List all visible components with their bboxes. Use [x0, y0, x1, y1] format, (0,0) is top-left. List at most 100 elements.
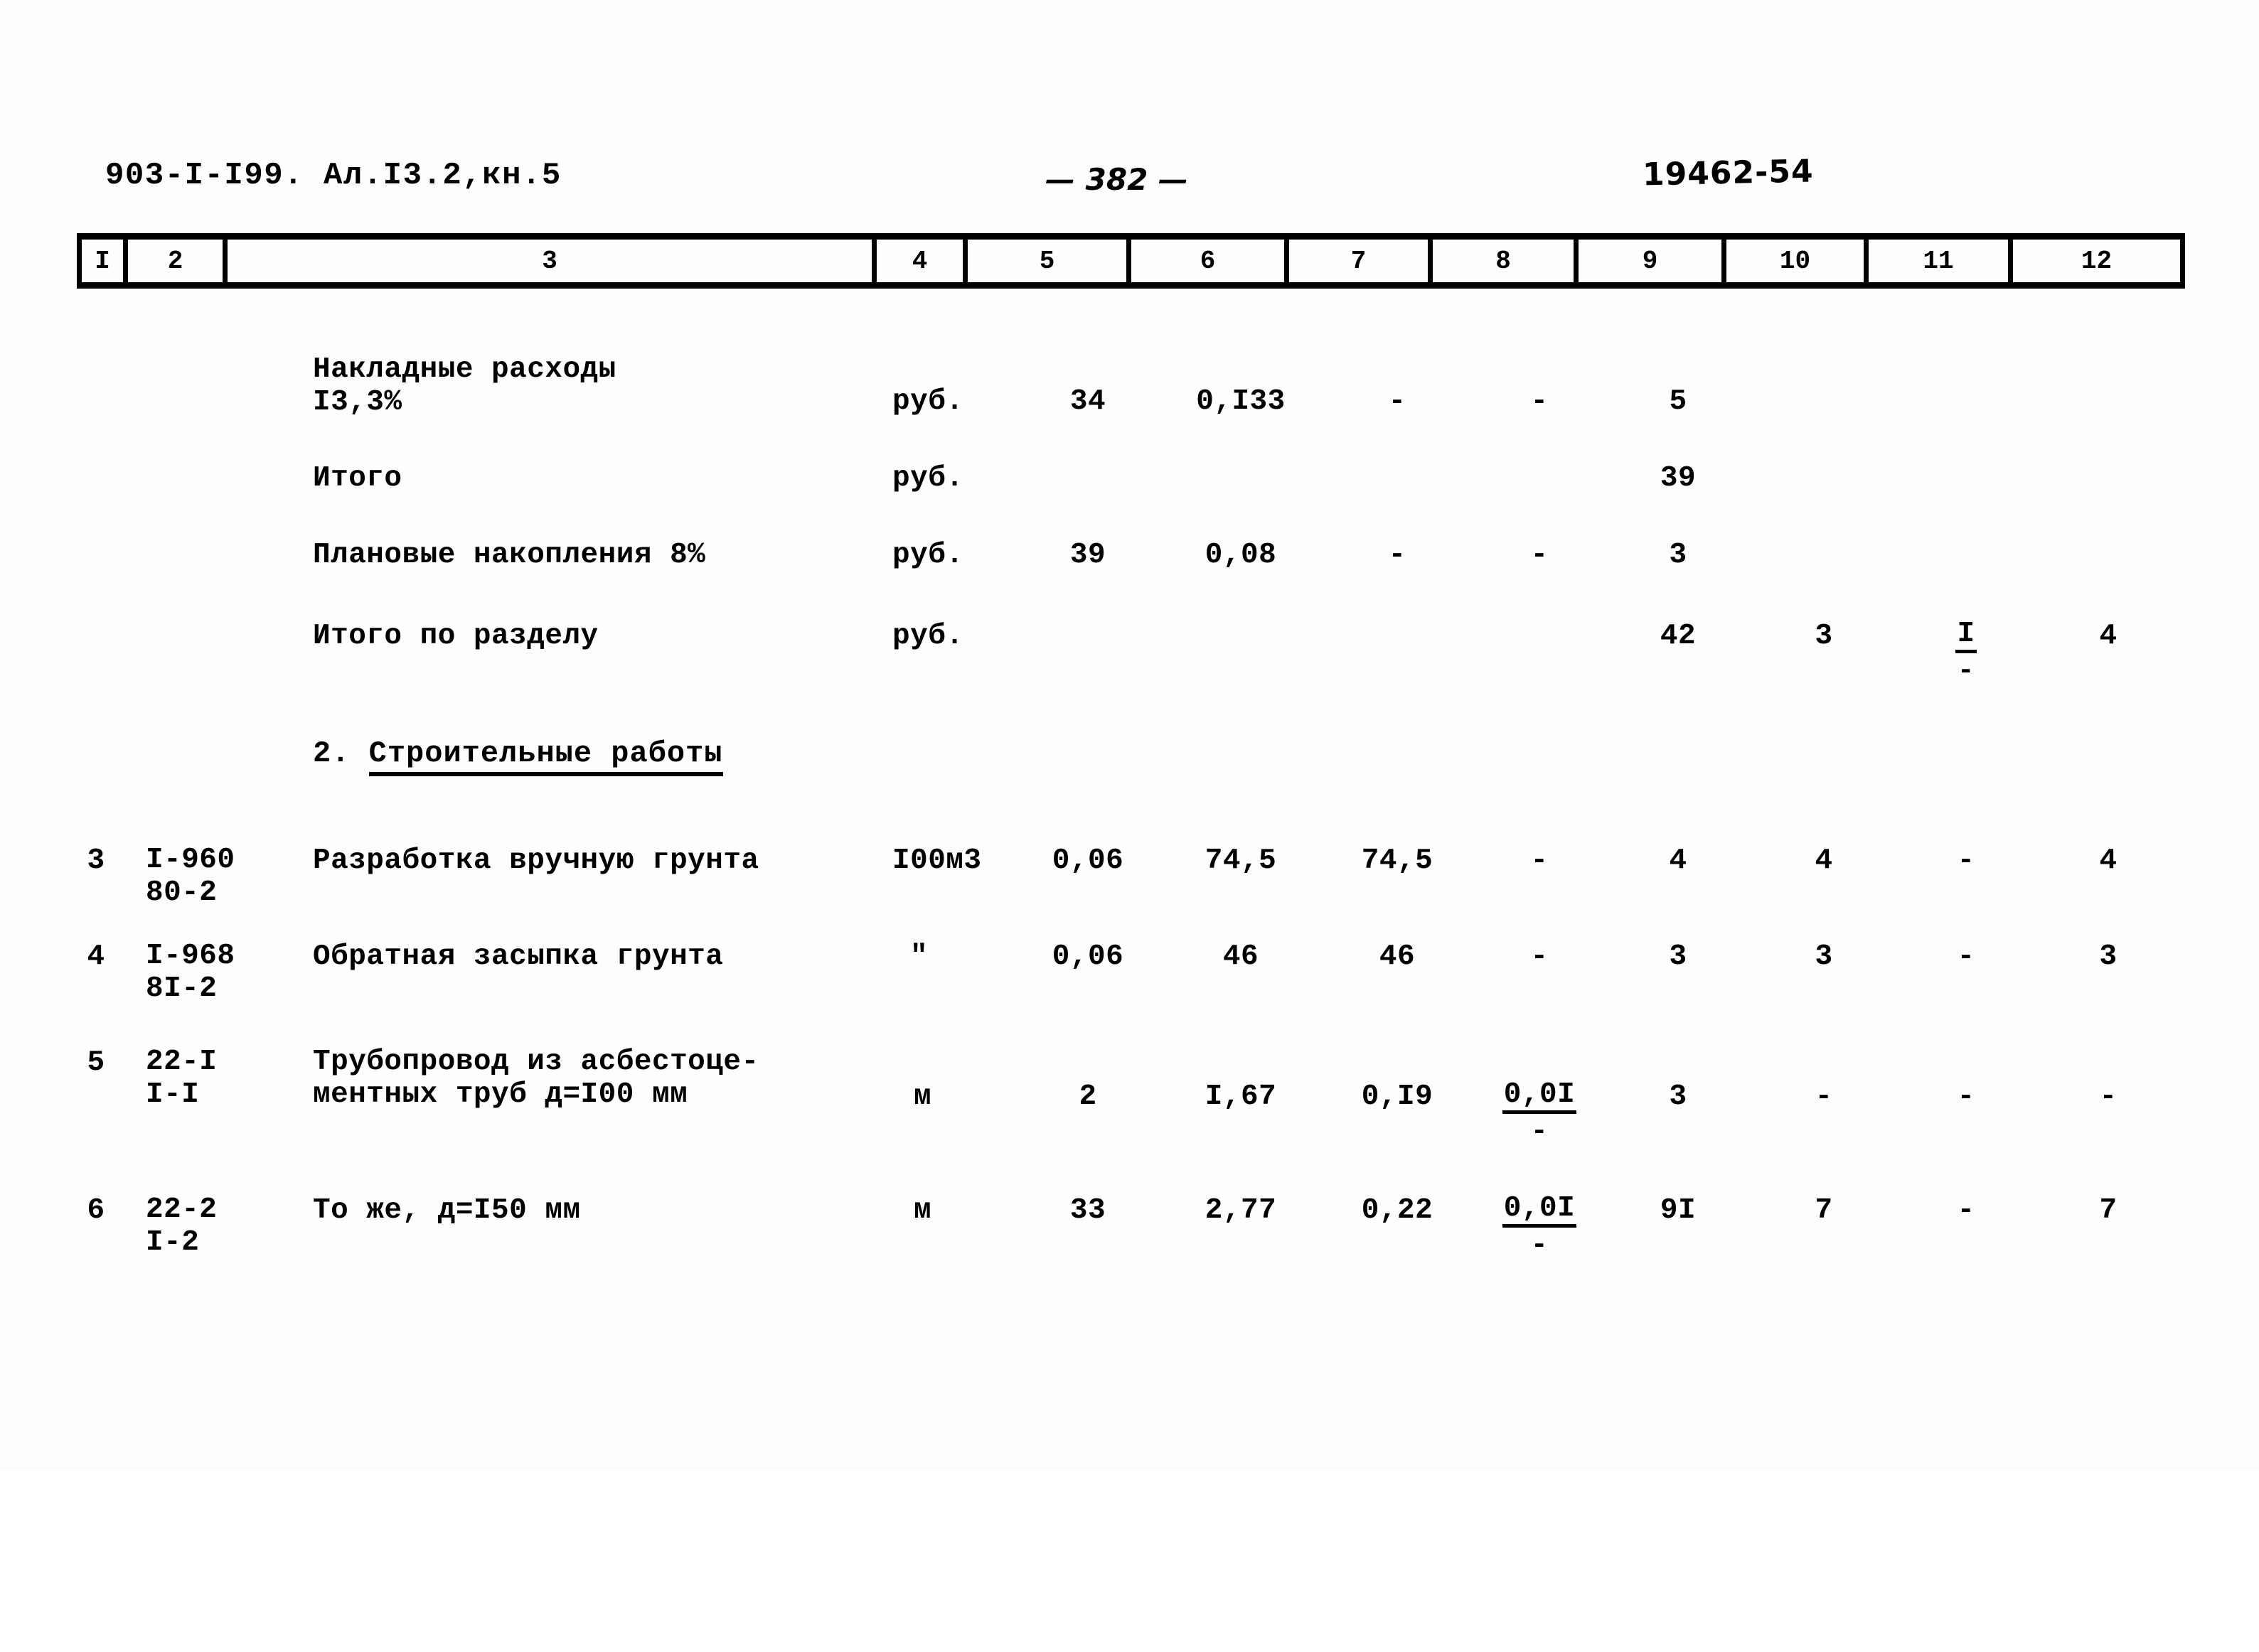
row-number: 3 [87, 844, 105, 877]
row-c11: - [1957, 844, 1975, 877]
row-c10: 7 [1815, 1194, 1833, 1227]
row-c5: 34 [1069, 385, 1106, 418]
row-c10: 3 [1815, 940, 1833, 973]
row-c7: - [1388, 539, 1406, 572]
row-description: То же, д=I50 мм [313, 1194, 581, 1227]
row-unit: м [914, 1080, 932, 1113]
row-c11: - [1957, 1194, 1975, 1227]
row-c12: 4 [2099, 620, 2118, 653]
col-header-6: 6 [1131, 240, 1289, 282]
row-c8: - [1530, 844, 1549, 877]
section-title-text: Строительные работы [368, 736, 723, 776]
fraction-value: I- [1955, 620, 1977, 687]
document-code: 903-I-I99. Ал.I3.2,кн.5 [105, 158, 562, 193]
row-c8: - [1530, 539, 1549, 572]
row-c12: 7 [2099, 1194, 2118, 1227]
row-unit: руб. [892, 385, 964, 418]
row-description: Трубопровод из асбестоце-ментных труб д=… [313, 1046, 939, 1112]
row-code: 22-I I-I [146, 1046, 309, 1112]
col-header-2: 2 [128, 240, 228, 282]
row-code: I-960 80-2 [146, 844, 309, 910]
row-description-line2: ментных труб д=I00 мм [313, 1078, 688, 1111]
row-c8: 0,0I - [1475, 1194, 1603, 1262]
row-c11: - [1957, 1080, 1975, 1113]
row-description: Итого по разделу [313, 620, 599, 653]
row-c8: - [1530, 940, 1549, 973]
document-page: 903-I-I99. Ал.I3.2,кн.5 — 382 — 19462-54… [0, 0, 2259, 1470]
row-unit: м [914, 1194, 932, 1227]
row-c9: 42 [1660, 620, 1697, 653]
section-heading: 2. Строительные работы [313, 736, 723, 776]
row-code-line2: I-2 [146, 1225, 200, 1259]
row-c9: 5 [1669, 385, 1687, 418]
row-unit: руб. [892, 620, 964, 653]
row-c9: 39 [1660, 462, 1697, 495]
row-code-line2: I-I [146, 1078, 200, 1111]
row-c7: 46 [1379, 940, 1416, 973]
row-code-line1: 22-I [146, 1046, 218, 1078]
row-c8: - [1530, 385, 1549, 418]
row-c9: 4 [1669, 844, 1687, 877]
row-c6: 74,5 [1205, 844, 1277, 877]
col-header-10: 10 [1726, 240, 1869, 282]
row-c6: 46 [1222, 940, 1259, 973]
section-number: 2. [313, 736, 369, 771]
col-header-5: 5 [968, 240, 1131, 282]
row-c10: 3 [1815, 620, 1833, 653]
page-number: — 382 — [1045, 162, 1188, 197]
col-header-1: I [77, 240, 128, 282]
row-c7: 74,5 [1361, 844, 1433, 877]
row-c12: 3 [2099, 940, 2118, 973]
col-header-12: 12 [2013, 240, 2185, 282]
row-c5: 39 [1069, 539, 1106, 572]
table-row: 6 22-2 I-2 То же, д=I50 мм м 33 2,77 0,22… [0, 1194, 2259, 1652]
row-c6: 0,I33 [1196, 385, 1286, 418]
fraction-denominator: - [1530, 1116, 1549, 1148]
row-c12: 4 [2099, 844, 2118, 877]
fraction-numerator: 0,0I [1502, 1080, 1577, 1114]
row-code-line1: 22-2 [146, 1194, 218, 1226]
column-number-ruler: I 2 3 4 5 6 7 8 9 10 11 12 [77, 233, 2185, 289]
row-c7: 0,22 [1361, 1194, 1433, 1227]
row-c10: 4 [1815, 844, 1833, 877]
row-description: Обратная засыпка грунта [313, 940, 724, 973]
row-c5: 0,06 [1052, 844, 1124, 877]
row-c9: 3 [1669, 1080, 1687, 1113]
row-c7: 0,I9 [1361, 1080, 1433, 1113]
row-description-line1: Накладные расходы [313, 353, 616, 386]
row-c5: 0,06 [1052, 940, 1124, 973]
col-header-8: 8 [1433, 240, 1579, 282]
fraction-value: 0,0I - [1502, 1194, 1577, 1262]
row-code-line1: I-968 [146, 940, 235, 972]
fraction-numerator: 0,0I [1502, 1194, 1577, 1228]
row-code-line2: 80-2 [146, 876, 218, 909]
fraction-value: 0,0I - [1502, 1080, 1577, 1148]
row-c5: 2 [1079, 1080, 1097, 1113]
row-unit: I00м3 [892, 844, 982, 877]
row-description-line1: Трубопровод из асбестоце- [313, 1046, 759, 1078]
row-c6: I,67 [1205, 1080, 1277, 1113]
fraction-denominator: - [1530, 1230, 1549, 1262]
row-description-line2: I3,3% [313, 385, 402, 419]
row-number: 4 [87, 940, 105, 973]
row-c6: 2,77 [1205, 1194, 1277, 1227]
row-c8: 0,0I - [1475, 1080, 1603, 1148]
col-header-4: 4 [877, 240, 968, 282]
row-c9: 9I [1660, 1194, 1697, 1227]
row-c11: - [1957, 940, 1975, 973]
row-c11: I- [1913, 620, 2019, 687]
col-header-11: 11 [1869, 240, 2013, 282]
row-c10: - [1815, 1080, 1833, 1113]
row-description: Накладные расходы I3,3% [313, 353, 875, 419]
fraction-numerator: I [1955, 620, 1977, 653]
row-c7: - [1388, 385, 1406, 418]
row-number: 5 [87, 1046, 105, 1079]
row-number: 6 [87, 1194, 105, 1227]
row-description: Итого [313, 462, 402, 495]
col-header-9: 9 [1579, 240, 1726, 282]
row-code: 22-2 I-2 [146, 1194, 309, 1260]
row-c9: 3 [1669, 539, 1687, 572]
row-unit: руб. [892, 539, 964, 572]
fraction-denominator: - [1957, 655, 1975, 687]
col-header-7: 7 [1289, 240, 1433, 282]
